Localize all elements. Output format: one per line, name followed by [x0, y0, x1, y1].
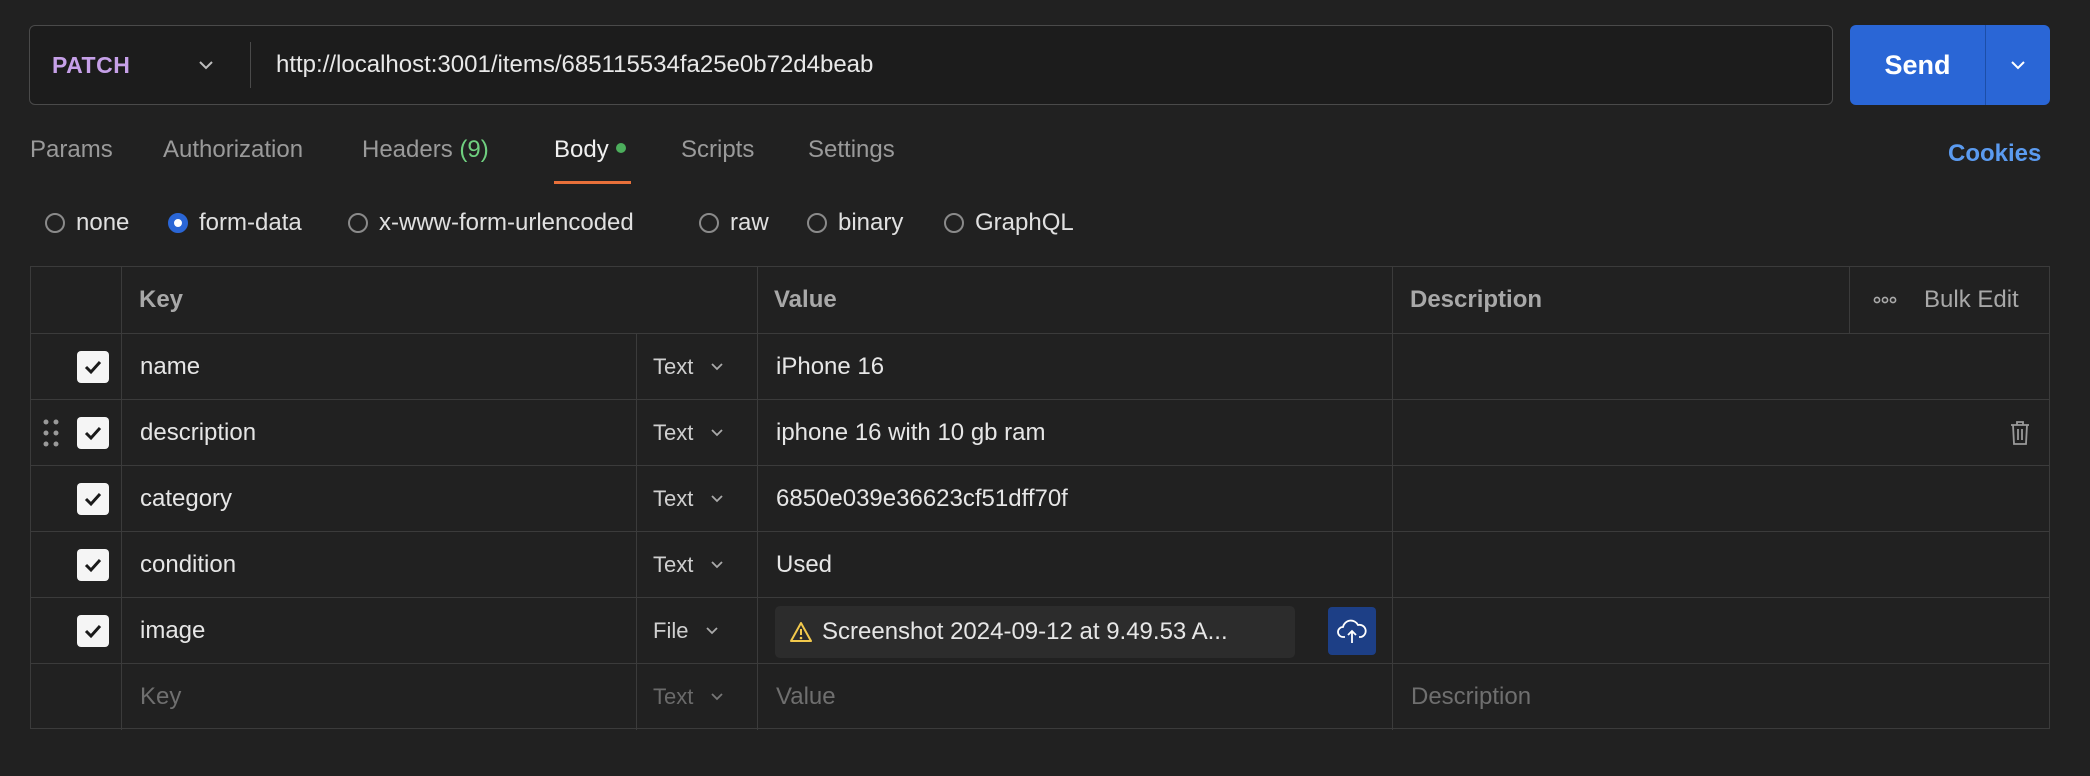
radio-form-data[interactable]: form-data [168, 209, 302, 237]
tab-scripts[interactable]: Scripts [681, 136, 754, 164]
radio-x-www-form-urlencoded[interactable]: x-www-form-urlencoded [348, 209, 634, 237]
value-cell[interactable]: 6850e039e36623cf51dff70f [776, 466, 1068, 531]
tab-headers-label: Headers [362, 136, 453, 163]
value-cell[interactable]: iphone 16 with 10 gb ram [776, 400, 1046, 465]
request-url-bar: PATCH http://localhost:3001/items/685115… [29, 25, 1833, 105]
description-input[interactable]: Description [1411, 664, 1531, 729]
type-label: Text [653, 419, 694, 445]
checkmark-icon [77, 482, 109, 515]
tab-headers[interactable]: Headers (9) [362, 136, 489, 164]
tab-authorization[interactable]: Authorization [163, 136, 303, 164]
chevron-down-icon [2011, 61, 2025, 70]
key-input[interactable]: Key [140, 664, 181, 729]
table-row: condition Text Used [31, 531, 2049, 597]
description-column-header: Description [1410, 286, 1543, 313]
radio-label: none [76, 209, 130, 236]
chevron-down-icon [711, 428, 723, 436]
tab-settings[interactable]: Settings [808, 136, 895, 164]
row-checkbox[interactable] [77, 334, 109, 399]
type-selector[interactable]: Text [653, 532, 725, 597]
tab-params[interactable]: Params [30, 136, 113, 164]
radio-raw[interactable]: raw [699, 209, 769, 237]
chevron-down-icon [711, 494, 723, 502]
radio-circle [699, 213, 719, 233]
radio-circle [348, 213, 368, 233]
key-cell[interactable]: name [140, 334, 200, 399]
radio-label: raw [730, 209, 769, 236]
value-column-header: Value [774, 286, 837, 313]
key-column-header: Key [139, 286, 184, 313]
chevron-down-icon [199, 61, 213, 70]
value-cell[interactable]: iPhone 16 [776, 334, 884, 399]
active-tab-underline [554, 181, 631, 184]
radio-graphql[interactable]: GraphQL [944, 209, 1074, 237]
key-cell[interactable]: category [140, 466, 232, 531]
tab-body[interactable]: Body [554, 136, 626, 164]
type-label: Text [653, 485, 694, 511]
checkmark-icon [77, 350, 109, 383]
radio-circle [45, 213, 65, 233]
headers-count-badge: (9) [459, 136, 489, 163]
radio-circle [807, 213, 827, 233]
url-input[interactable]: http://localhost:3001/items/685115534fa2… [251, 51, 873, 79]
chevron-down-icon [706, 626, 719, 634]
table-row: image File Screenshot 2024-09-12 at 9.49… [31, 597, 2049, 663]
bulk-edit-button[interactable]: Bulk Edit [1924, 267, 2019, 333]
warning-icon [790, 622, 812, 642]
type-label: Text [653, 551, 694, 577]
type-selector[interactable]: Text [653, 466, 725, 531]
table-row-new: Key Text Value Description [31, 663, 2049, 729]
radio-label: x-www-form-urlencoded [379, 209, 634, 236]
file-chip[interactable]: Screenshot 2024-09-12 at 9.49.53 A... [775, 606, 1295, 658]
table-header-row: Key Value Description Bulk Edit [31, 267, 2049, 333]
radio-label: form-data [199, 209, 302, 236]
type-label: File [653, 617, 689, 643]
more-options-icon[interactable] [1873, 267, 1897, 333]
chevron-down-icon [711, 362, 723, 370]
table-row: name Text iPhone 16 [31, 333, 2049, 399]
form-data-table: Key Value Description Bulk Edit name Tex… [30, 266, 2050, 730]
row-checkbox[interactable] [77, 466, 109, 531]
table-row: description Text iphone 16 with 10 gb ra… [31, 399, 2049, 465]
value-cell[interactable]: Used [776, 532, 832, 597]
cloud-upload-icon[interactable] [1328, 607, 1376, 655]
type-selector[interactable]: Text [653, 664, 725, 729]
type-selector[interactable]: File [653, 598, 720, 663]
radio-circle [944, 213, 964, 233]
row-checkbox[interactable] [77, 532, 109, 597]
radio-label: GraphQL [975, 209, 1074, 236]
drag-handle-icon[interactable] [43, 400, 59, 465]
row-checkbox[interactable] [77, 400, 109, 465]
value-input[interactable]: Value [776, 664, 836, 729]
table-row: category Text 6850e039e36623cf51dff70f [31, 465, 2049, 531]
key-cell[interactable]: description [140, 400, 256, 465]
checkmark-icon [77, 416, 109, 449]
type-label: Text [653, 683, 694, 709]
row-checkbox[interactable] [77, 598, 109, 663]
radio-none[interactable]: none [45, 209, 129, 237]
send-button[interactable]: Send [1850, 25, 1985, 105]
radio-circle-selected [168, 213, 188, 233]
send-options-button[interactable] [1986, 25, 2050, 105]
trash-icon[interactable] [2009, 400, 2031, 465]
body-indicator-dot [615, 143, 626, 153]
checkmark-icon [77, 614, 109, 647]
radio-label: binary [838, 209, 904, 236]
send-button-group: Send [1850, 25, 2050, 105]
type-selector[interactable]: Text [653, 334, 725, 399]
cookies-link[interactable]: Cookies [1948, 140, 2041, 168]
type-label: Text [653, 353, 694, 379]
checkmark-icon [77, 548, 109, 581]
chevron-down-icon [711, 560, 723, 568]
method-label: PATCH [52, 51, 131, 78]
file-name: Screenshot 2024-09-12 at 9.49.53 A... [822, 618, 1228, 645]
method-selector[interactable]: PATCH [30, 26, 250, 104]
key-cell[interactable]: condition [140, 532, 236, 597]
chevron-down-icon [711, 692, 723, 700]
radio-binary[interactable]: binary [807, 209, 903, 237]
key-cell[interactable]: image [140, 598, 205, 663]
type-selector[interactable]: Text [653, 400, 725, 465]
tab-body-label: Body [554, 136, 609, 163]
